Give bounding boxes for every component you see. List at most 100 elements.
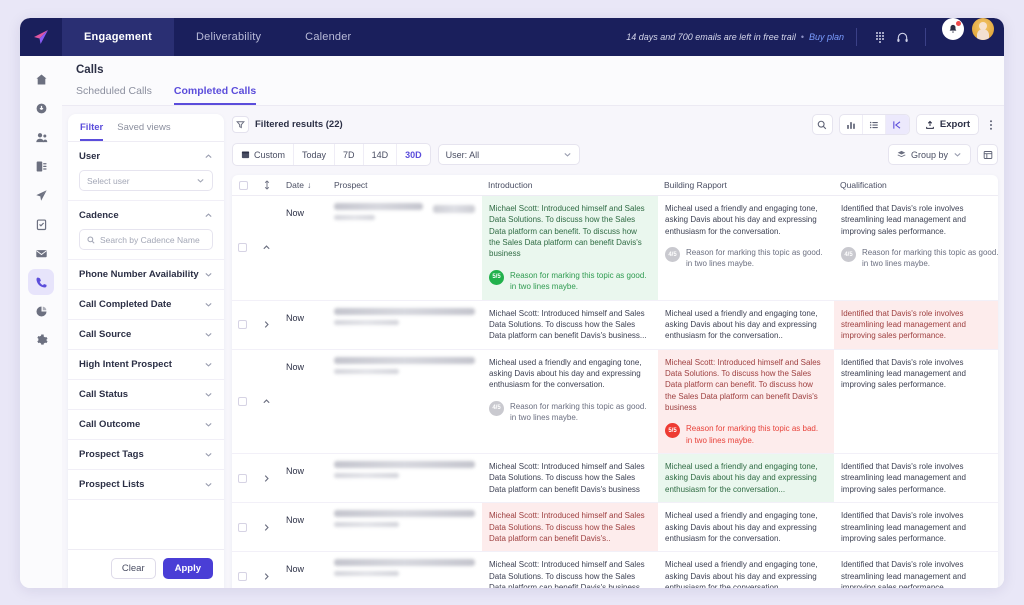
sidebar-item-contacts[interactable] (28, 124, 54, 150)
table-row[interactable]: NowMicheal Scott: Introduced himself and… (232, 552, 998, 588)
sidebar-item-tasks[interactable] (28, 211, 54, 237)
table-row[interactable]: NowMicheal Scott: Introduced himself and… (232, 503, 998, 552)
row-prospect-cell[interactable] (328, 350, 482, 454)
table-row[interactable]: NowMichael Scott: Introduced himself and… (232, 196, 998, 301)
more-options-button[interactable] (984, 119, 998, 131)
date-range-custom[interactable]: Custom (233, 144, 294, 165)
row-checkbox[interactable] (238, 572, 247, 581)
date-range-30d[interactable]: 30D (397, 144, 430, 165)
row-cell-introduction[interactable]: Micheal Scott: Introduced himself and Sa… (482, 454, 658, 502)
row-prospect-cell[interactable] (328, 454, 482, 502)
row-expand-toggle[interactable] (254, 454, 280, 502)
export-button[interactable]: Export (916, 114, 979, 135)
tab-scheduled-calls[interactable]: Scheduled Calls (76, 85, 152, 105)
filter-group-header[interactable]: Call Completed Date (79, 299, 213, 310)
row-cell-introduction[interactable]: Micheal used a friendly and engaging ton… (482, 350, 658, 454)
nav-tab-deliverability[interactable]: Deliverability (174, 18, 283, 56)
row-cell-qualification[interactable]: Identified that Davis's role involves st… (834, 503, 998, 551)
table-row[interactable]: NowMichael Scott: Introduced himself and… (232, 301, 998, 350)
row-checkbox[interactable] (238, 243, 247, 252)
row-checkbox[interactable] (238, 474, 247, 483)
row-cell-building-rapport[interactable]: Micheal Scott: Introduced himself and Sa… (658, 350, 834, 454)
sidebar-item-send[interactable] (28, 182, 54, 208)
sidebar-item-home[interactable] (28, 66, 54, 92)
date-range-14d[interactable]: 14D (364, 144, 398, 165)
group-by-button[interactable]: Group by (888, 144, 971, 165)
filter-toggle-button[interactable] (232, 116, 249, 133)
filter-group-header[interactable]: Prospect Lists (79, 479, 213, 490)
date-range-today[interactable]: Today (294, 144, 335, 165)
column-settings-button[interactable] (977, 144, 998, 165)
row-cell-introduction[interactable]: Michael Scott: Introduced himself and Sa… (482, 196, 658, 300)
table-row[interactable]: NowMicheal used a friendly and engaging … (232, 350, 998, 455)
row-cell-introduction[interactable]: Micheal Scott: Introduced himself and Sa… (482, 503, 658, 551)
filter-group-prospect-tags[interactable]: Prospect Tags (68, 440, 224, 470)
user-filter-select[interactable]: User: All (438, 144, 580, 165)
filter-group-call-outcome[interactable]: Call Outcome (68, 410, 224, 440)
filter-tab-saved-views[interactable]: Saved views (117, 122, 170, 141)
row-checkbox[interactable] (238, 523, 247, 532)
column-header-prospect[interactable]: Prospect (328, 180, 482, 190)
clear-filters-button[interactable]: Clear (111, 558, 156, 579)
filter-tab-filter[interactable]: Filter (80, 122, 103, 141)
tab-completed-calls[interactable]: Completed Calls (174, 85, 256, 105)
filter-group-header[interactable]: Call Source (79, 329, 213, 340)
apps-grid-icon[interactable] (869, 18, 891, 56)
column-header-qualification[interactable]: Qualification (834, 180, 998, 190)
search-button[interactable] (812, 114, 833, 135)
row-cell-building-rapport[interactable]: Micheal used a friendly and engaging ton… (658, 503, 834, 551)
table-row[interactable]: NowMicheal Scott: Introduced himself and… (232, 454, 998, 503)
buy-plan-link[interactable]: Buy plan (809, 32, 844, 42)
row-checkbox[interactable] (238, 320, 247, 329)
sidebar-item-inbox[interactable] (28, 95, 54, 121)
row-cell-building-rapport[interactable]: Micheal used a friendly and engaging ton… (658, 301, 834, 349)
select-all-checkbox[interactable] (239, 181, 248, 190)
row-cell-building-rapport[interactable]: Micheal used a friendly and engaging ton… (658, 196, 834, 300)
view-mode-chart[interactable] (840, 115, 863, 134)
row-cell-building-rapport[interactable]: Micheal used a friendly and engaging ton… (658, 552, 834, 588)
filter-group-phone-number-availability[interactable]: Phone Number Availability (68, 260, 224, 290)
filter-group-high-intent-prospect[interactable]: High Intent Prospect (68, 350, 224, 380)
filter-group-header[interactable]: Call Status (79, 389, 213, 400)
nav-tab-calender[interactable]: Calender (283, 18, 373, 56)
column-header-building-rapport[interactable]: Building Rapport (658, 180, 834, 190)
row-prospect-cell[interactable] (328, 503, 482, 551)
row-cell-building-rapport[interactable]: Micheal used a friendly and engaging ton… (658, 454, 834, 502)
nav-tab-engagement[interactable]: Engagement (62, 18, 174, 56)
filter-group-prospect-lists[interactable]: Prospect Lists (68, 470, 224, 500)
row-expand-toggle[interactable] (254, 552, 280, 588)
filter-group-header[interactable]: Cadence (79, 210, 213, 221)
row-checkbox[interactable] (238, 397, 247, 406)
filter-group-header[interactable]: User (79, 151, 213, 162)
date-range-7d[interactable]: 7D (335, 144, 364, 165)
column-header-date[interactable]: Date ↓ (280, 180, 328, 190)
sidebar-item-settings[interactable] (28, 327, 54, 353)
view-mode-list[interactable] (863, 115, 886, 134)
support-headset-icon[interactable] (891, 18, 913, 56)
row-cell-qualification[interactable]: Identified that Davis's role involves st… (834, 454, 998, 502)
filter-group-call-source[interactable]: Call Source (68, 320, 224, 350)
filter-group-header[interactable]: Prospect Tags (79, 449, 213, 460)
row-expand-toggle[interactable] (254, 301, 280, 349)
view-mode-flow[interactable] (886, 115, 909, 134)
notifications-button[interactable] (942, 18, 964, 40)
column-header-introduction[interactable]: Introduction (482, 180, 658, 190)
user-select-input[interactable]: Select user (79, 170, 213, 191)
apply-filters-button[interactable]: Apply (163, 558, 213, 579)
filter-group-call-completed-date[interactable]: Call Completed Date (68, 290, 224, 320)
user-avatar[interactable] (972, 18, 994, 40)
sidebar-item-mail[interactable] (28, 240, 54, 266)
row-cell-qualification[interactable]: Identified that Davis's role involves st… (834, 196, 998, 300)
row-expand-toggle[interactable] (254, 196, 280, 300)
row-cell-qualification[interactable]: Identified that Davis's role involves st… (834, 301, 998, 349)
row-cell-introduction[interactable]: Michael Scott: Introduced himself and Sa… (482, 301, 658, 349)
filter-group-call-status[interactable]: Call Status (68, 380, 224, 410)
row-cell-introduction[interactable]: Micheal Scott: Introduced himself and Sa… (482, 552, 658, 588)
row-expand-toggle[interactable] (254, 350, 280, 454)
app-logo[interactable] (20, 18, 62, 56)
filter-group-header[interactable]: Phone Number Availability (79, 269, 213, 280)
row-expand-toggle[interactable] (254, 503, 280, 551)
sidebar-item-reports[interactable] (28, 153, 54, 179)
filter-group-header[interactable]: Call Outcome (79, 419, 213, 430)
sort-toggle-cell[interactable] (254, 180, 280, 190)
